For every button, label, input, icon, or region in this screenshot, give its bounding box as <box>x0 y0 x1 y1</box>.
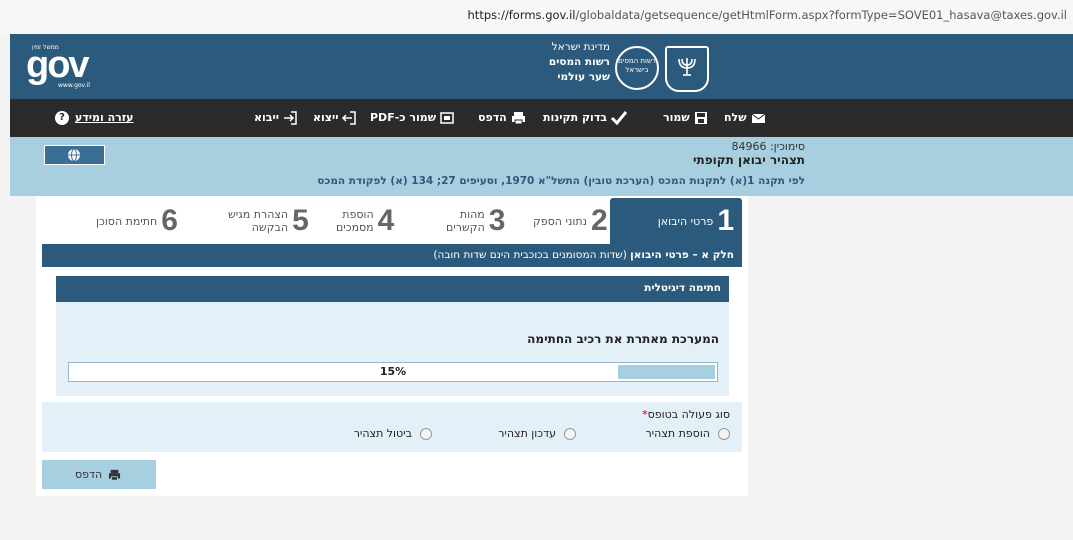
signature-progress-bar: 15% <box>68 362 718 382</box>
tax-authority-logo: רשות המסים בישראל <box>615 46 659 90</box>
form-info-bar: סימוכין: 84966 תצהיר יבואן תקופתי לפי תק… <box>10 137 1073 196</box>
step-5[interactable]: 5 הצהרת מגיש הבקשה <box>228 198 309 244</box>
globe-icon <box>68 148 80 162</box>
radio-update-declaration[interactable]: עדכון תצהיר <box>498 427 576 440</box>
action-type-label: *סוג פעולה בטופס <box>642 408 730 421</box>
section-header: חלק א – פרטי היבואן (שדות המסומנים בכוכב… <box>42 244 742 267</box>
step-4[interactable]: 4 הוספת מסמכים <box>336 198 394 244</box>
state-emblem-icon <box>665 46 709 92</box>
save-icon <box>694 112 707 124</box>
export-icon <box>342 111 357 125</box>
checkmark-icon <box>611 111 628 125</box>
authority-title: מדינת ישראל רשות המסים שער עולמי <box>548 41 610 83</box>
print-form-button[interactable]: הדפס <box>42 460 156 489</box>
gov-logo[interactable]: ממשל זמין gov www.gov.il <box>26 44 106 90</box>
radio-circle[interactable] <box>564 427 576 440</box>
radio-circle[interactable] <box>718 427 730 440</box>
browser-url-bar[interactable]: https://forms.gov.il/globaldata/getseque… <box>0 0 1073 34</box>
export-button[interactable]: ייצוא <box>313 99 357 137</box>
digital-signature-header: חתימה דיגיטלית <box>56 276 729 302</box>
pdf-icon <box>440 112 454 124</box>
check-validity-button[interactable]: בדוק תקינות <box>543 99 628 137</box>
step-2[interactable]: 2 נתוני הספק <box>533 198 608 244</box>
help-link[interactable]: ? עזרה ומידע <box>55 99 134 137</box>
signature-status-message: המערכת מאתרת את רכיב החתימה <box>527 332 719 346</box>
save-button[interactable]: שמור <box>663 99 708 137</box>
print-button[interactable]: הדפס <box>478 99 526 137</box>
action-type-field: *סוג פעולה בטופס הוספת תצהיר עדכון תצהיר… <box>42 402 742 452</box>
legal-basis: לפי תקנה 1(א) לתקנות המכס (הערכת טובין) … <box>317 175 805 187</box>
digital-signature-body: המערכת מאתרת את רכיב החתימה 15% <box>56 302 729 396</box>
reference-number: סימוכין: 84966 <box>731 140 805 153</box>
radio-circle[interactable] <box>420 427 432 440</box>
radio-add-declaration[interactable]: הוספת תצהיר <box>645 427 730 440</box>
form-toolbar: שלח שמור בדוק תקינות הדפס שמור כ-PDF ייצ… <box>10 99 1073 137</box>
question-icon: ? <box>55 111 69 125</box>
send-button[interactable]: שלח <box>724 99 767 137</box>
printer-icon <box>109 469 121 481</box>
radio-cancel-declaration[interactable]: ביטול תצהיר <box>354 427 432 440</box>
progress-percent: 15% <box>379 365 407 378</box>
import-icon <box>283 111 297 125</box>
step-6[interactable]: 6 חתימת הסוכן <box>96 198 178 244</box>
form-panel: 1 פרטי היבואן 2 נתוני הספק 3 מהות הקשרים… <box>36 196 748 496</box>
url-text[interactable]: https://forms.gov.il/globaldata/getseque… <box>468 8 1067 22</box>
site-header: ממשל זמין gov www.gov.il מדינת ישראל רשו… <box>10 34 1073 99</box>
form-title: תצהיר יבואן תקופתי <box>693 153 805 167</box>
step-3[interactable]: 3 מהות הקשרים <box>446 198 505 244</box>
save-pdf-button[interactable]: שמור כ-PDF <box>370 99 454 137</box>
printer-icon <box>511 112 525 125</box>
step-1[interactable]: 1 פרטי היבואן <box>610 198 742 244</box>
send-icon <box>751 113 765 123</box>
import-button[interactable]: ייבוא <box>254 99 297 137</box>
language-button[interactable] <box>44 145 105 165</box>
